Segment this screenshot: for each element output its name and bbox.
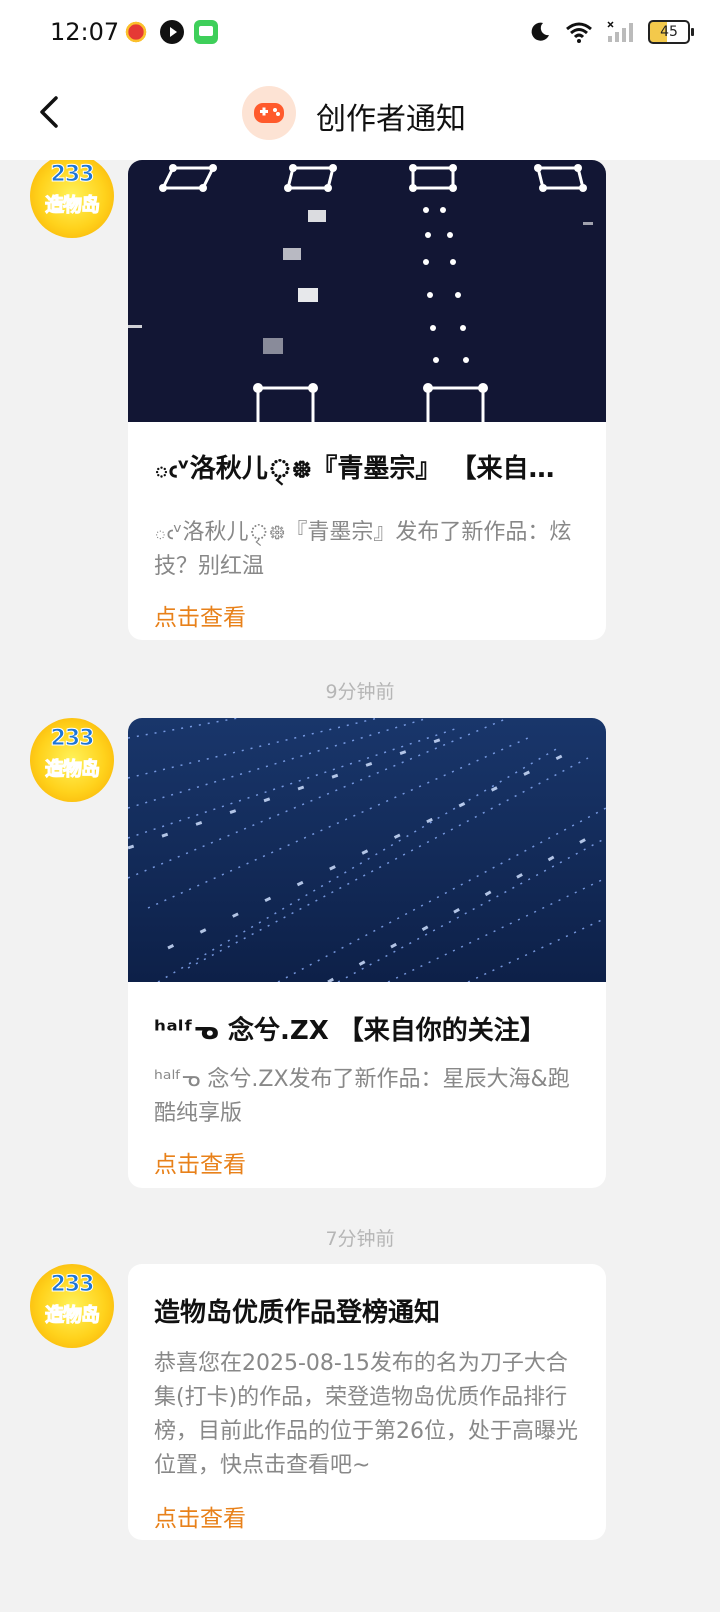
notification-card[interactable]: 造物岛优质作品登榜通知 恭喜您在2025-08-15发布的名为刀子大合集(打卡)… xyxy=(128,1264,606,1540)
timestamp: 7分钟前 xyxy=(325,1228,395,1250)
notification-description: ఁᵛ洛秋儿ৃ᪥『青墨宗』发布了新作品：炫技？别红温 xyxy=(154,520,572,579)
notification-feed[interactable]: 233 造物岛 ఁᵛ洛秋儿ৃ᪥『青墨宗』 【来自你的 ఁᵛ洛秋儿ৃ᪥『青墨宗』发… xyxy=(0,160,720,1612)
avatar-name: 造物岛 xyxy=(44,1304,100,1327)
page-title: 创作者通知 xyxy=(316,102,466,137)
view-link[interactable]: 点击查看 xyxy=(154,598,580,632)
back-button[interactable] xyxy=(28,88,76,136)
view-link[interactable]: 点击查看 xyxy=(154,1145,580,1179)
notification-description: ʰᵃˡᶠᓀ 念兮.ZX发布了新作品：星辰大海&跑酷纯享版 xyxy=(154,1067,570,1126)
gamepad-icon xyxy=(242,86,296,140)
notification-app-icon-3 xyxy=(194,20,218,44)
wifi-icon xyxy=(566,22,592,43)
avatar[interactable]: 233 造物岛 xyxy=(30,718,114,802)
avatar-name: 造物岛 xyxy=(44,758,100,781)
battery-icon: 45 xyxy=(648,20,694,44)
moon-icon xyxy=(531,22,549,41)
signal-icon xyxy=(607,21,633,42)
notification-app-icon-1 xyxy=(124,20,148,44)
status-icons: 45 xyxy=(528,18,694,46)
notification-app-icon-2 xyxy=(160,20,184,44)
timestamp: 9分钟前 xyxy=(325,681,395,703)
avatar[interactable]: 233 造物岛 xyxy=(30,160,114,238)
notification-description: 恭喜您在2025-08-15发布的名为刀子大合集(打卡)的作品，荣登造物岛优质作… xyxy=(154,1351,578,1478)
notification-title: 造物岛优质作品登榜通知 xyxy=(154,1298,441,1328)
avatar-name: 造物岛 xyxy=(44,194,100,217)
work-thumbnail[interactable] xyxy=(128,718,606,982)
notification-title: ʰᵃˡᶠᓀ 念兮.ZX 【来自你的关注】 xyxy=(154,1016,546,1046)
status-bar: 12:07 45 xyxy=(0,0,720,66)
notification-title: ఁᵛ洛秋儿ৃ᪥『青墨宗』 【来自你的关注】 xyxy=(154,454,580,484)
chevron-left-icon xyxy=(40,96,58,128)
avatar-number: 233 xyxy=(50,726,95,752)
notification-card[interactable]: ʰᵃˡᶠᓀ 念兮.ZX 【来自你的关注】 ʰᵃˡᶠᓀ 念兮.ZX发布了新作品：星… xyxy=(128,718,606,1188)
notification-card[interactable]: ఁᵛ洛秋儿ৃ᪥『青墨宗』 【来自你的关注】 ఁᵛ洛秋儿ৃ᪥『青墨宗』发布了新作品… xyxy=(128,160,606,640)
avatar[interactable]: 233 造物岛 xyxy=(30,1264,114,1348)
status-time: 12:07 xyxy=(50,18,120,46)
avatar-number: 233 xyxy=(50,162,95,188)
work-thumbnail[interactable] xyxy=(128,160,606,422)
app-header: 创作者通知 xyxy=(0,66,720,160)
view-link[interactable]: 点击查看 xyxy=(154,1499,580,1533)
avatar-number: 233 xyxy=(50,1272,95,1298)
